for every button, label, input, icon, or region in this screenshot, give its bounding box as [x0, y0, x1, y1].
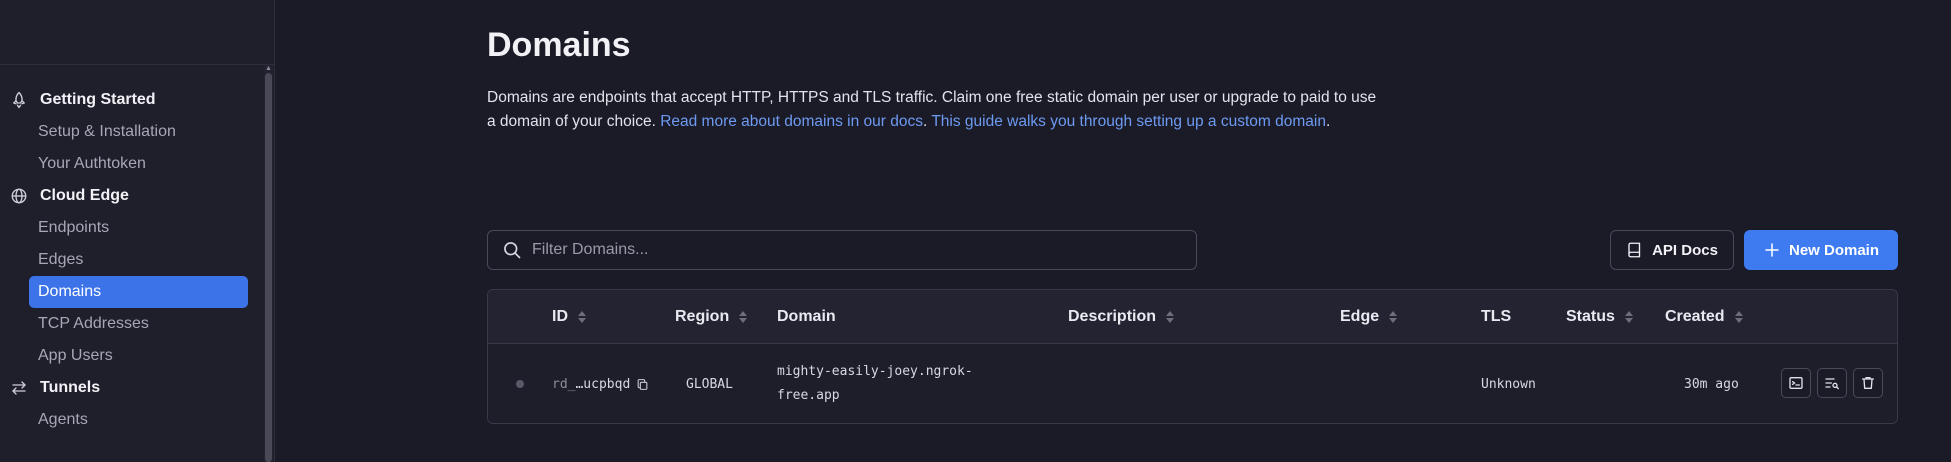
sidebar-item-domains[interactable]: Domains	[29, 276, 248, 308]
column-label: TLS	[1481, 308, 1512, 325]
column-label: Description	[1068, 308, 1157, 325]
plus-icon	[1763, 241, 1781, 259]
sidebar-item-label: Your Authtoken	[38, 155, 146, 172]
column-header-status[interactable]: Status	[1566, 290, 1633, 344]
copy-icon[interactable]	[636, 378, 649, 391]
sort-icon	[578, 311, 586, 323]
delete-button[interactable]	[1853, 368, 1883, 398]
trash-icon	[1860, 375, 1876, 391]
sidebar-header	[0, 0, 274, 65]
column-label: Region	[675, 308, 730, 325]
arrows-icon	[8, 377, 30, 399]
sidebar-item-label: Domains	[38, 283, 102, 300]
column-label: Status	[1566, 308, 1615, 325]
sidebar-section-cloud-edge[interactable]: Cloud Edge	[0, 180, 260, 212]
domains-table: ID Region Domain Description Edge TLS St…	[487, 289, 1898, 424]
filter-domains-input[interactable]	[532, 241, 1172, 259]
filter-domains-search[interactable]	[487, 230, 1197, 270]
api-docs-label: API Docs	[1652, 241, 1718, 259]
table-header: ID Region Domain Description Edge TLS St…	[488, 290, 1897, 344]
book-icon	[1626, 241, 1644, 259]
sidebar-section-label: Cloud Edge	[40, 187, 129, 204]
column-header-id[interactable]: ID	[552, 290, 586, 344]
region-cell: GLOBAL	[686, 376, 733, 392]
sidebar-item-your-authtoken[interactable]: Your Authtoken	[29, 148, 248, 180]
sidebar-section-getting-started[interactable]: Getting Started	[0, 84, 260, 116]
description-end: .	[1325, 113, 1331, 130]
sidebar-item-app-users[interactable]: App Users	[29, 340, 248, 372]
column-label: Domain	[777, 308, 836, 325]
status-dot	[516, 344, 524, 423]
sidebar-scrollbar-thumb[interactable]	[265, 73, 272, 462]
domain-name-line: free.app	[777, 388, 840, 403]
sidebar-item-setup-installation[interactable]: Setup & Installation	[29, 116, 248, 148]
custom-domain-guide-link[interactable]: This guide walks you through setting up …	[931, 113, 1326, 130]
traffic-inspect-button[interactable]	[1817, 368, 1847, 398]
sort-icon	[1166, 311, 1175, 323]
search-icon	[502, 240, 522, 260]
sidebar-item-agents[interactable]: Agents	[29, 404, 248, 436]
sidebar-section-label: Tunnels	[40, 379, 101, 396]
sidebar-section-tunnels[interactable]: Tunnels	[0, 372, 260, 404]
terminal-icon	[1788, 375, 1804, 391]
sort-icon	[1734, 311, 1743, 323]
rocket-icon	[8, 89, 30, 111]
column-label: Created	[1665, 308, 1725, 325]
domain-id-suffix: …ucpbqd	[575, 376, 631, 392]
sidebar-item-tcp-addresses[interactable]: TCP Addresses	[29, 308, 248, 340]
sidebar-item-edges[interactable]: Edges	[29, 244, 248, 276]
sidebar-item-label: App Users	[38, 347, 113, 364]
globe-icon	[8, 185, 30, 207]
terminal-button[interactable]	[1781, 368, 1811, 398]
column-header-edge[interactable]: Edge	[1340, 290, 1398, 344]
sort-icon	[1389, 311, 1398, 323]
sidebar: Getting Started Setup & Installation You…	[0, 0, 275, 462]
sort-icon	[739, 311, 748, 323]
sidebar-item-label: Edges	[38, 251, 84, 268]
domain-id-prefix: rd_	[552, 376, 576, 392]
list-search-icon	[1824, 375, 1840, 391]
new-domain-button[interactable]: New Domain	[1744, 230, 1898, 270]
domain-id-cell: rd_ …ucpbqd	[552, 344, 649, 423]
column-header-domain[interactable]: Domain	[777, 290, 836, 344]
column-header-tls: TLS	[1481, 290, 1511, 344]
sidebar-nav: Getting Started Setup & Installation You…	[0, 84, 260, 436]
sidebar-item-label: Agents	[38, 411, 88, 428]
column-header-created[interactable]: Created	[1665, 290, 1743, 344]
domain-cell[interactable]: mighty-easily-joey.ngrok- free.app	[777, 344, 973, 423]
created-cell: 30m ago	[1684, 376, 1739, 392]
column-header-description[interactable]: Description	[1068, 290, 1175, 344]
page-title: Domains	[487, 26, 631, 64]
sidebar-scrollbar[interactable]: ▲	[264, 65, 273, 462]
sidebar-item-endpoints[interactable]: Endpoints	[29, 212, 248, 244]
sidebar-item-label: Setup & Installation	[38, 123, 176, 140]
sidebar-item-label: TCP Addresses	[38, 315, 149, 332]
sort-icon	[1624, 311, 1633, 323]
new-domain-label: New Domain	[1788, 241, 1879, 259]
tls-cell: Unknown	[1481, 376, 1536, 392]
table-row[interactable]: rd_ …ucpbqd GLOBAL mighty-easily-joey.ngr…	[488, 344, 1897, 423]
column-header-region[interactable]: Region	[675, 290, 748, 344]
page-description: Domains are endpoints that accept HTTP, …	[487, 86, 1387, 134]
sidebar-item-label: Endpoints	[38, 219, 110, 236]
scroll-up-arrow-icon[interactable]: ▲	[265, 65, 272, 72]
api-docs-button[interactable]: API Docs	[1610, 230, 1734, 270]
sidebar-section-label: Getting Started	[40, 91, 156, 108]
docs-link[interactable]: Read more about domains in our docs	[660, 113, 923, 130]
column-label: Edge	[1340, 308, 1380, 325]
column-label: ID	[552, 308, 568, 325]
domain-name-line: mighty-easily-joey.ngrok-	[777, 364, 973, 379]
row-actions	[1781, 368, 1883, 398]
